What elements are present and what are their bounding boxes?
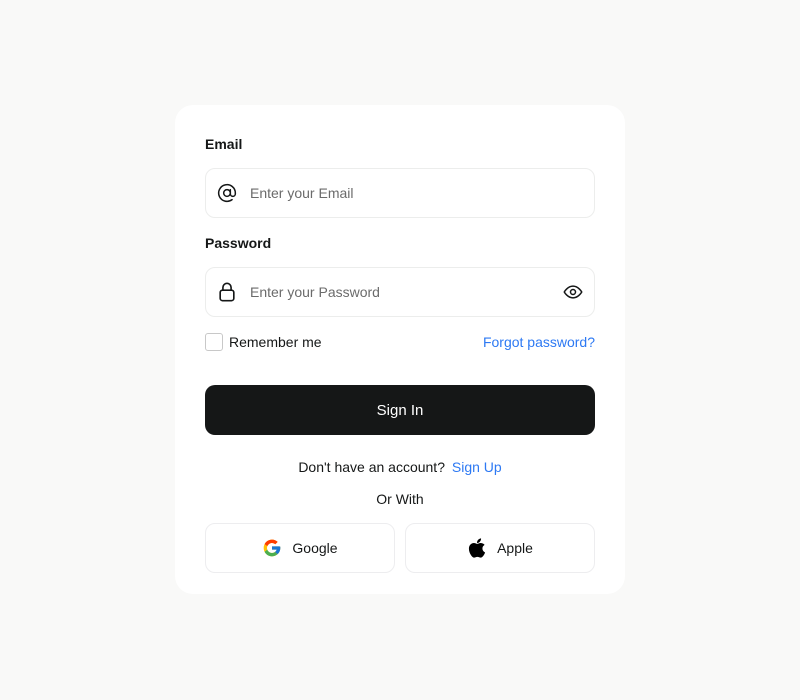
password-label: Password bbox=[205, 235, 272, 251]
remember-label: Remember me bbox=[229, 334, 322, 350]
sign-in-button[interactable]: Sign In bbox=[205, 385, 595, 435]
remember-row: Remember me Forgot password? bbox=[205, 333, 595, 351]
google-icon bbox=[262, 538, 282, 558]
remember-me: Remember me bbox=[205, 333, 322, 351]
sign-up-link[interactable]: Sign Up bbox=[452, 459, 502, 475]
password-input[interactable] bbox=[248, 268, 562, 316]
apple-icon bbox=[467, 537, 487, 559]
email-input[interactable] bbox=[248, 169, 584, 217]
password-field-container[interactable] bbox=[205, 267, 595, 317]
signup-row: Don't have an account? Sign Up bbox=[205, 459, 595, 475]
or-with-divider: Or With bbox=[376, 491, 424, 507]
email-field-container[interactable] bbox=[205, 168, 595, 218]
social-login-row: Google Apple bbox=[205, 523, 595, 573]
login-card: Email Password Remember me bbox=[175, 105, 625, 594]
lock-icon bbox=[216, 281, 238, 303]
apple-button[interactable]: Apple bbox=[405, 523, 595, 573]
apple-label: Apple bbox=[497, 540, 533, 556]
remember-checkbox[interactable] bbox=[205, 333, 223, 351]
at-sign-icon bbox=[216, 182, 238, 204]
google-label: Google bbox=[292, 540, 338, 556]
eye-icon[interactable] bbox=[562, 281, 584, 303]
no-account-text: Don't have an account? bbox=[298, 459, 445, 475]
google-button[interactable]: Google bbox=[205, 523, 395, 573]
forgot-password-link[interactable]: Forgot password? bbox=[483, 334, 595, 350]
email-label: Email bbox=[205, 136, 243, 152]
